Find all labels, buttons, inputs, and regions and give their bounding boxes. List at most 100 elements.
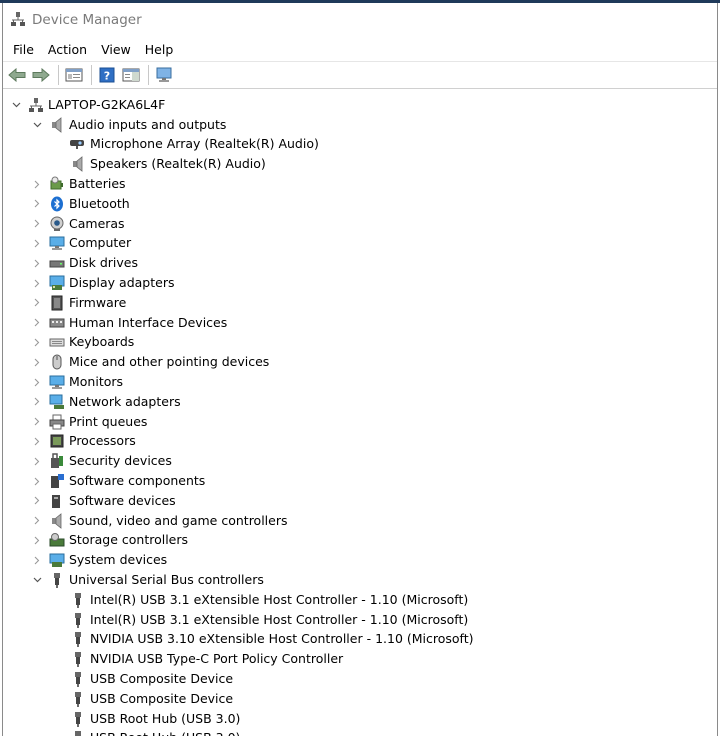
device-label: Intel(R) USB 3.1 eXtensible Host Control…	[90, 591, 469, 607]
expand-chevron-icon[interactable]	[31, 515, 43, 527]
title-bar[interactable]: Device Manager	[3, 3, 717, 37]
category-display-adapters[interactable]: Display adapters	[3, 273, 717, 293]
category-software-devices[interactable]: Software devices	[3, 491, 717, 511]
category-label: Software components	[69, 473, 206, 489]
mouse-icon	[48, 354, 66, 370]
device-speakers[interactable]: Speakers (Realtek(R) Audio)	[3, 154, 717, 174]
microphone-icon	[69, 136, 87, 152]
expand-chevron-icon[interactable]	[31, 396, 43, 408]
expand-chevron-icon[interactable]	[31, 237, 43, 249]
category-print-queues[interactable]: Print queues	[3, 412, 717, 432]
device-usb-item[interactable]: USB Composite Device	[3, 689, 717, 709]
category-keyboards[interactable]: Keyboards	[3, 333, 717, 353]
device-label: USB Composite Device	[90, 671, 234, 686]
device-usb-item[interactable]: Intel(R) USB 3.1 eXtensible Host Control…	[3, 610, 717, 630]
computer-icon	[48, 235, 66, 251]
device-label: Speakers (Realtek(R) Audio)	[90, 156, 266, 172]
expand-chevron-icon[interactable]	[31, 198, 43, 210]
expand-chevron-icon[interactable]	[31, 455, 43, 467]
category-mice-and-other-pointing-devices[interactable]: Mice and other pointing devices	[3, 352, 717, 372]
category-software-components[interactable]: Software components	[3, 471, 717, 491]
category-monitors[interactable]: Monitors	[3, 372, 717, 392]
device-usb-item[interactable]: NVIDIA USB Type-C Port Policy Controller	[3, 649, 717, 669]
collapse-chevron-icon[interactable]	[31, 119, 43, 131]
menu-action[interactable]: Action	[41, 42, 94, 57]
expand-chevron-icon[interactable]	[31, 416, 43, 428]
help-button[interactable]: ?	[96, 64, 118, 86]
device-usb-item[interactable]: USB Root Hub (USB 3.0)	[3, 709, 717, 729]
category-label: Cameras	[69, 215, 125, 231]
expand-chevron-icon[interactable]	[31, 218, 43, 230]
collapse-chevron-icon[interactable]	[31, 574, 43, 586]
toolbar-separator	[58, 65, 59, 85]
menu-view[interactable]: View	[94, 42, 138, 57]
device-usb-item[interactable]: USB Root Hub (USB 3.0)	[3, 729, 717, 736]
category-label: Security devices	[69, 453, 172, 469]
category-label: Monitors	[69, 374, 124, 390]
category-batteries[interactable]: Batteries	[3, 174, 717, 194]
device-label: NVIDIA USB 3.10 eXtensible Host Controll…	[90, 631, 474, 647]
toolbar-separator	[148, 65, 149, 85]
back-button[interactable]	[6, 64, 28, 86]
disk-drive-icon	[48, 255, 66, 271]
device-tree: LAPTOP-G2KA6L4F Audio inputs and outputs…	[3, 95, 717, 736]
device-label: Microphone Array (Realtek(R) Audio)	[90, 136, 319, 152]
expand-chevron-icon[interactable]	[31, 277, 43, 289]
expand-chevron-icon[interactable]	[31, 554, 43, 566]
printer-icon	[48, 414, 66, 430]
expand-chevron-icon[interactable]	[31, 495, 43, 507]
category-human-interface-devices[interactable]: Human Interface Devices	[3, 313, 717, 333]
software-device-icon	[48, 493, 66, 509]
tree-root-computer[interactable]: LAPTOP-G2KA6L4F	[3, 95, 717, 115]
category-label: Network adapters	[69, 393, 181, 409]
human-interface-icon	[48, 315, 66, 331]
category-processors[interactable]: Processors	[3, 432, 717, 452]
category-universal-serial-bus-controllers[interactable]: Universal Serial Bus controllers	[3, 570, 717, 590]
category-sound-video-and-game-controllers[interactable]: Sound, video and game controllers	[3, 511, 717, 531]
device-usb-item[interactable]: Intel(R) USB 3.1 eXtensible Host Control…	[3, 590, 717, 610]
device-label: Intel(R) USB 3.1 eXtensible Host Control…	[90, 611, 469, 627]
expand-chevron-icon[interactable]	[31, 475, 43, 487]
window-title: Device Manager	[32, 12, 142, 28]
expand-chevron-icon[interactable]	[31, 297, 43, 309]
usb-connector-icon	[69, 612, 87, 628]
expand-chevron-icon[interactable]	[31, 336, 43, 348]
category-label: Universal Serial Bus controllers	[69, 572, 264, 588]
category-cameras[interactable]: Cameras	[3, 214, 717, 234]
category-label: Batteries	[69, 176, 126, 192]
category-label: Display adapters	[69, 275, 175, 291]
show-hide-console-tree-button[interactable]	[63, 64, 85, 86]
properties-pane-button[interactable]	[120, 64, 142, 86]
security-device-icon	[48, 453, 66, 469]
expand-chevron-icon[interactable]	[31, 534, 43, 546]
expand-chevron-icon[interactable]	[31, 178, 43, 190]
category-audio-inputs-and-outputs[interactable]: Audio inputs and outputs	[3, 115, 717, 135]
menu-file[interactable]: File	[6, 42, 41, 57]
collapse-chevron-icon[interactable]	[10, 99, 22, 111]
category-system-devices[interactable]: System devices	[3, 550, 717, 570]
device-usb-item[interactable]: NVIDIA USB 3.10 eXtensible Host Controll…	[3, 630, 717, 650]
category-label: Software devices	[69, 492, 176, 508]
battery-icon	[48, 176, 66, 192]
scan-hardware-changes-button[interactable]	[153, 64, 175, 86]
device-microphone-array[interactable]: Microphone Array (Realtek(R) Audio)	[3, 135, 717, 155]
category-network-adapters[interactable]: Network adapters	[3, 392, 717, 412]
category-firmware[interactable]: Firmware	[3, 293, 717, 313]
category-storage-controllers[interactable]: Storage controllers	[3, 531, 717, 551]
category-label: Processors	[69, 433, 136, 449]
menu-help[interactable]: Help	[138, 42, 181, 57]
category-disk-drives[interactable]: Disk drives	[3, 253, 717, 273]
device-manager-window: Device Manager File Action View Help ? L…	[2, 3, 718, 736]
forward-button[interactable]	[30, 64, 52, 86]
device-usb-item[interactable]: USB Composite Device	[3, 669, 717, 689]
device-manager-app-icon	[10, 11, 26, 30]
expand-chevron-icon[interactable]	[31, 435, 43, 447]
expand-chevron-icon[interactable]	[31, 356, 43, 368]
category-security-devices[interactable]: Security devices	[3, 451, 717, 471]
expand-chevron-icon[interactable]	[31, 376, 43, 388]
expand-chevron-icon[interactable]	[31, 317, 43, 329]
category-computer[interactable]: Computer	[3, 234, 717, 254]
expand-chevron-icon[interactable]	[31, 257, 43, 269]
network-adapter-icon	[48, 394, 66, 410]
category-bluetooth[interactable]: Bluetooth	[3, 194, 717, 214]
